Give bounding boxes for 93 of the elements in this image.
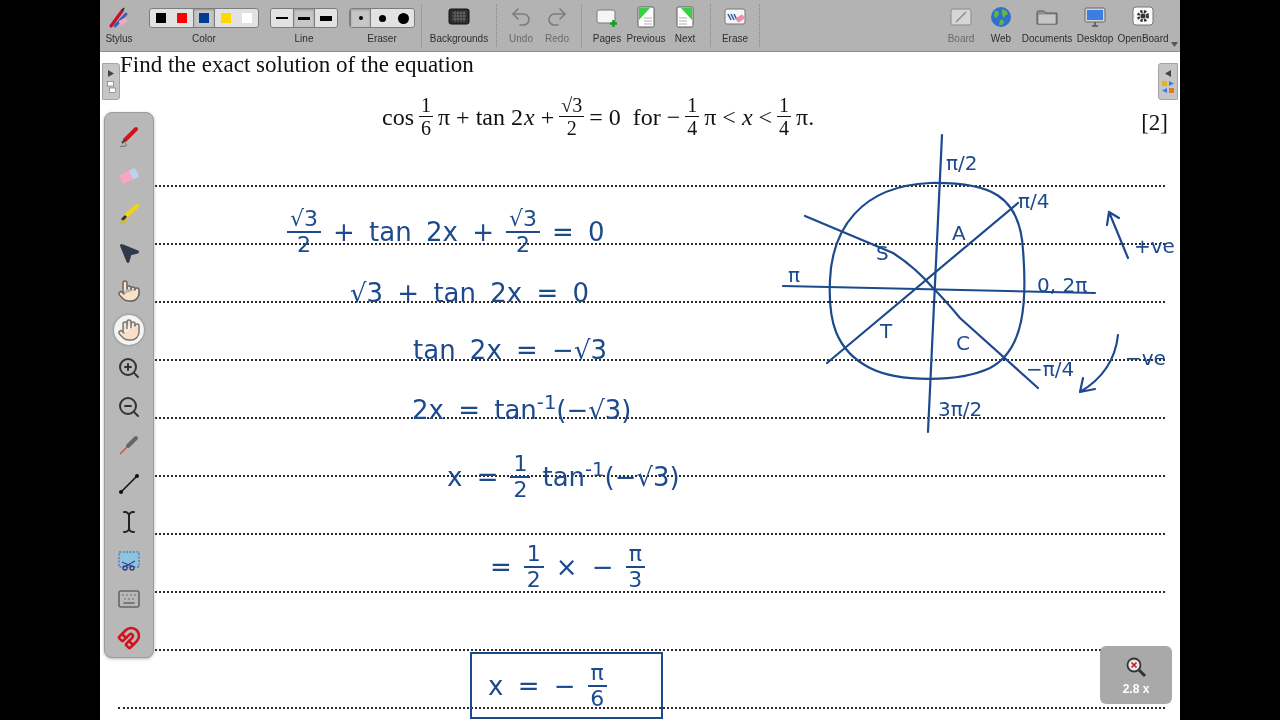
fraction-denominator: 4: [686, 117, 699, 139]
diagram-label: π/4: [1018, 190, 1050, 212]
handwritten-math: = 0: [551, 217, 605, 247]
hand-icon: [117, 317, 141, 342]
eraser-size-option[interactable]: [350, 9, 372, 27]
line-width-option[interactable]: [293, 9, 315, 27]
fraction-numerator: 1: [510, 452, 531, 478]
page-icon: [673, 4, 697, 29]
handwritten-math: =: [490, 552, 512, 582]
monitor-icon: [1083, 4, 1107, 29]
screen-capture-icon: [117, 548, 141, 573]
handwritten-math: × −: [555, 552, 614, 582]
color-option[interactable]: [193, 9, 215, 27]
toolbar-button[interactable]: Previous: [626, 0, 666, 51]
pen-icon: [117, 125, 141, 149]
diagram-label: −ve: [1125, 347, 1166, 369]
fraction-numerator: 1: [523, 542, 544, 568]
toolbar-button[interactable]: Desktop: [1073, 0, 1117, 51]
diagram-label: 3π/2: [938, 398, 983, 420]
fraction-numerator: √3: [559, 94, 585, 117]
toolbar-button[interactable]: Web: [981, 0, 1021, 51]
equation-text: = 0 for −: [589, 102, 681, 131]
diagram-label: −π/4: [1026, 358, 1075, 380]
zoom-out-icon: [117, 394, 141, 419]
toolbar-label: Eraser: [367, 33, 397, 45]
fraction-denominator: 4: [778, 117, 791, 139]
fraction-denominator: 2: [525, 568, 542, 592]
fraction-denominator: 2: [514, 233, 531, 257]
side-panel-tab[interactable]: [102, 63, 120, 100]
diagram-label: π: [788, 264, 801, 286]
equation-text: π < x <: [704, 102, 773, 131]
handwritten-math: x = −: [488, 670, 576, 701]
fraction-numerator: π: [587, 660, 607, 687]
fraction-numerator: 1: [777, 94, 792, 117]
pages-icon: [106, 81, 116, 93]
handwritten-math: 2x = tan$^{-1}$(−√3): [412, 395, 632, 425]
side-panel-tab[interactable]: [1158, 63, 1178, 100]
equation-text: +: [540, 102, 555, 131]
fraction-denominator: 2: [565, 117, 578, 139]
toolbar-button[interactable]: Documents: [1021, 0, 1073, 51]
equation-text: x: [524, 102, 535, 131]
laser-pointer-icon: [117, 433, 141, 457]
line-width-icon: [298, 16, 310, 20]
fraction-denominator: 6: [589, 686, 606, 711]
handwritten-math: tan$^{-1}$(−√3): [542, 462, 680, 492]
toolbar-label: Color: [192, 33, 216, 45]
equation-text: π.: [796, 102, 815, 131]
fraction-denominator: 2: [296, 233, 312, 257]
fraction-numerator: π: [625, 542, 645, 568]
fraction-denominator: 2: [512, 478, 529, 502]
marks-text: [2]: [1141, 110, 1168, 136]
toolbar-button[interactable]: Stylus: [100, 0, 138, 51]
page-icon: [634, 4, 658, 29]
fraction-denominator: 3: [627, 568, 644, 592]
globe-icon: [989, 4, 1013, 29]
keyboard-icon: [117, 587, 141, 611]
toolbar-button[interactable]: Backgrounds: [428, 0, 490, 51]
diagram-label: A: [952, 222, 966, 244]
question-text: Find the exact solution of the equation: [120, 52, 474, 78]
diagram-label: T: [880, 320, 893, 342]
curved-arrow-icon: [1076, 332, 1122, 396]
triangle-right-icon: [108, 70, 114, 77]
toolbar-button[interactable]: Erase: [717, 0, 753, 51]
colored-shapes-icon: [1162, 81, 1174, 93]
fraction-numerator: √3: [287, 207, 321, 233]
toolbar-button[interactable]: Next: [666, 0, 704, 51]
equation-text: cos: [382, 102, 414, 131]
arrow-icon: [1103, 208, 1131, 262]
line-icon: [117, 471, 141, 496]
fraction-numerator: 1: [419, 94, 433, 117]
diagram-label: π/2: [946, 152, 978, 174]
diagram-label: C: [956, 332, 970, 354]
magnet-icon: [117, 625, 141, 650]
line-width-icon: [276, 17, 288, 19]
handwritten-math: + tan 2x +: [333, 217, 494, 247]
line-width-icon: [320, 15, 332, 21]
toolbar-label: Line: [294, 33, 314, 45]
pointing-hand-icon: [117, 279, 141, 303]
highlighter-icon: [117, 202, 141, 226]
toolbar-button[interactable]: OpenBoard: [1117, 0, 1169, 51]
fraction-numerator: √3: [505, 207, 540, 233]
fraction-denominator: 6: [420, 117, 432, 139]
toolbar-button[interactable]: Pages: [588, 0, 626, 51]
gear-icon: [1131, 4, 1155, 29]
diagram-label: +ve: [1134, 235, 1175, 257]
zoom-in-icon: [117, 356, 141, 380]
triangle-left-icon: [1165, 70, 1171, 77]
fraction-numerator: 1: [685, 94, 700, 117]
caret-down-icon: [1171, 42, 1178, 47]
handwritten-math: tan 2x = −√3: [413, 335, 607, 365]
handwritten-math: √3 + tan 2x = 0: [350, 278, 590, 308]
equation-text: π + tan 2: [438, 102, 523, 131]
handwritten-math: x =: [447, 462, 499, 492]
